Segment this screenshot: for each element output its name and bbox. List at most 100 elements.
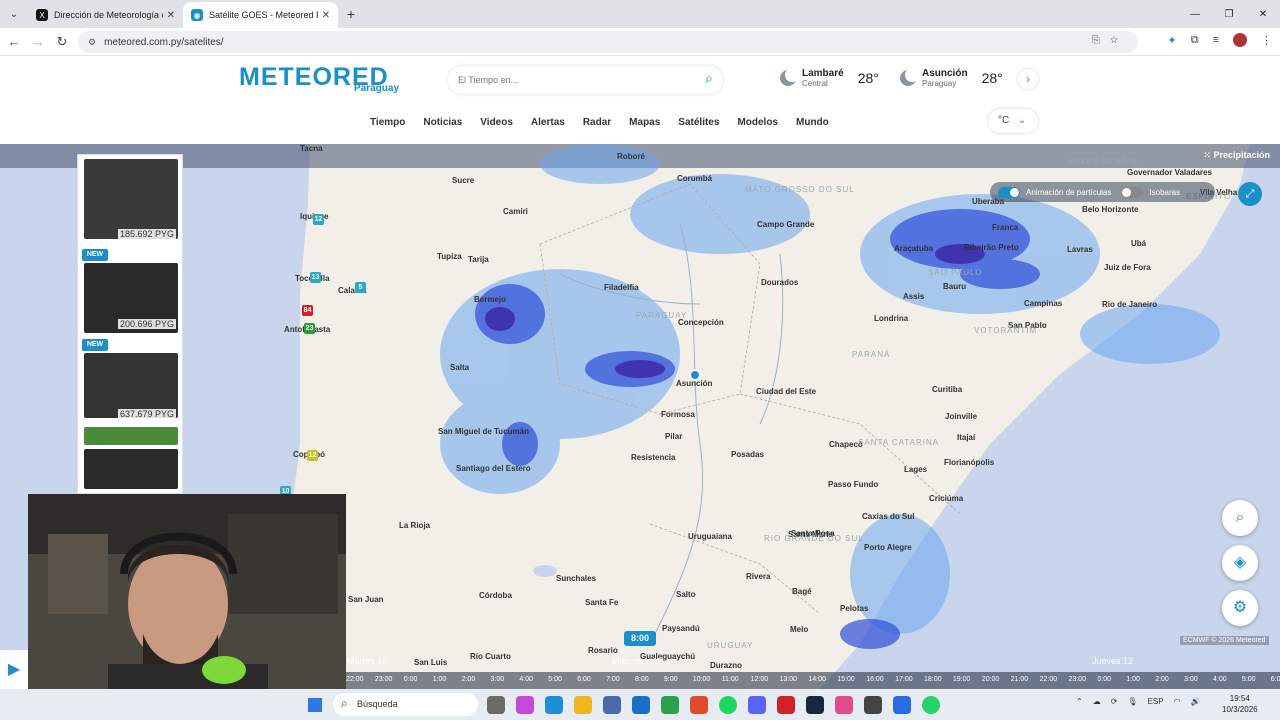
forward-icon[interactable]: → (26, 34, 50, 49)
nav-item-noticias[interactable]: Noticias (423, 117, 470, 128)
nav-item-mundo[interactable]: Mundo (796, 117, 837, 128)
timeline-hour[interactable]: 14:00 (808, 676, 826, 683)
station-badge[interactable]: 12 (307, 450, 318, 461)
whatsapp-icon[interactable] (922, 696, 940, 714)
particles-toggle[interactable] (998, 186, 1020, 198)
nav-item-radar[interactable]: Radar (583, 117, 619, 128)
avatar[interactable] (1233, 33, 1247, 47)
layers-button[interactable]: ◈ (1222, 545, 1258, 581)
app-icon[interactable] (835, 696, 853, 714)
timeline-hour[interactable]: 3:00 (1184, 676, 1198, 683)
github-icon[interactable] (864, 696, 882, 714)
browser-tab-active[interactable]: ◉ Satélite GOES - Meteored Parag ✕ (183, 2, 338, 28)
station-badge[interactable]: 13 (310, 272, 321, 283)
app-icon[interactable] (777, 696, 795, 714)
timeline-hour[interactable]: 5:00 (548, 676, 562, 683)
play-button[interactable]: ▶ (0, 650, 28, 689)
timeline-hour[interactable]: 17:00 (895, 676, 913, 683)
timeline-hour[interactable]: 22:00 (1040, 676, 1058, 683)
copilot-icon[interactable] (516, 696, 534, 714)
chrome-icon[interactable] (661, 696, 679, 714)
back-icon[interactable]: ← (2, 34, 26, 49)
timeline-hour[interactable]: 9:00 (664, 676, 678, 683)
timeline-hour[interactable]: 12:00 (751, 676, 769, 683)
next-cities-button[interactable]: › (1018, 69, 1038, 89)
taskbar-search[interactable]: Búsqueda (333, 693, 478, 716)
close-tab-icon[interactable]: ✕ (322, 10, 330, 21)
timeline-hour[interactable]: 3:00 (491, 676, 505, 683)
timeline-hour[interactable]: 20:00 (982, 676, 1000, 683)
nav-item-mapas[interactable]: Mapas (629, 117, 668, 128)
url-field[interactable]: ⚙ meteored.com.py/satelites/ ⎘☆ (78, 31, 1138, 53)
close-tab-icon[interactable]: ✕ (167, 10, 175, 21)
unit-selector[interactable]: °C ⌄ (988, 109, 1038, 133)
timeline-hour[interactable]: 0:00 (1097, 676, 1111, 683)
timeline-hour[interactable]: 23:00 (1069, 676, 1087, 683)
settings-button[interactable]: ⚙ (1222, 590, 1258, 626)
station-badge[interactable]: 12 (313, 214, 324, 225)
network-icon[interactable]: ⟳ (1111, 697, 1118, 706)
station-badge[interactable]: 84 (302, 305, 313, 316)
timeline-hour[interactable]: 11:00 (722, 676, 739, 683)
station-badge[interactable]: 5 (355, 282, 366, 293)
zoom-button[interactable]: ⌕ (1222, 500, 1258, 536)
menu-icon[interactable]: ⋮ (1261, 34, 1272, 47)
edge-icon[interactable] (545, 696, 563, 714)
mic-icon[interactable]: 🎙 (1127, 697, 1137, 706)
nav-item-videos[interactable]: Videos (480, 117, 521, 128)
advertisement[interactable]: 185.692 PYG NEW 200.696 PYG NEW 637.679 … (77, 154, 183, 494)
puzzle-icon[interactable]: ⧉ (1191, 34, 1199, 47)
cloud-icon[interactable]: ☁ (1093, 697, 1101, 706)
app-icon[interactable] (893, 696, 911, 714)
mail-icon[interactable] (632, 696, 650, 714)
close-window-icon[interactable]: ✕ (1246, 0, 1280, 28)
tab-search-icon[interactable]: ⌄ (0, 0, 28, 28)
timeline-hour[interactable]: 4:00 (1213, 676, 1227, 683)
timeline-hour[interactable]: 0:00 (404, 676, 418, 683)
timeline-hour[interactable]: 1:00 (433, 676, 447, 683)
site-info-icon[interactable]: ⚙ (88, 37, 96, 48)
timeline-hour[interactable]: 8:00 (635, 676, 649, 683)
tray-chevron-icon[interactable]: ⌃ (1076, 697, 1083, 706)
city-weather[interactable]: Asunción Paraguay 28° (900, 68, 1003, 88)
timeline-hour[interactable]: 23:00 (375, 676, 393, 683)
browser-tab[interactable]: X Dirección de Meteorología e Hi ✕ (28, 2, 183, 28)
restore-icon[interactable]: ❐ (1212, 0, 1246, 28)
minimize-icon[interactable]: — (1178, 0, 1212, 28)
timeline-hour[interactable]: 6:00 (577, 676, 591, 683)
language-indicator[interactable]: ESP (1148, 697, 1164, 706)
isobars-toggle[interactable] (1121, 186, 1144, 198)
bookmark-icon[interactable]: ⎘☆ (1092, 35, 1128, 46)
timeline-hour[interactable]: 4:00 (519, 676, 533, 683)
taskbar-clock[interactable]: 19:54 10/3/2026 (1222, 693, 1258, 715)
new-tab-button[interactable]: + (338, 1, 364, 27)
city-weather[interactable]: Lambaré Central 28° (780, 68, 879, 88)
timeline-hour[interactable]: 6:00 (1271, 676, 1280, 683)
timeline-hours[interactable]: 22:00 23:00 0:00 1:00 2:00 3:00 4:00 5:00 6:00 7:… (340, 672, 1280, 689)
timeline-hour[interactable]: 1:00 (1126, 676, 1140, 683)
timeline-hour[interactable]: 10:00 (693, 676, 711, 683)
chrome-alt-icon[interactable] (690, 696, 708, 714)
discord-icon[interactable] (748, 696, 766, 714)
wifi-icon[interactable]: ◠ (1174, 697, 1181, 706)
timeline-hour[interactable]: 2:00 (1155, 676, 1169, 683)
search-input[interactable]: El Tiempo en... ⌕ (448, 66, 723, 94)
station-badge[interactable]: 23 (304, 323, 315, 334)
nav-item-alertas[interactable]: Alertas (531, 117, 573, 128)
reload-icon[interactable]: ↻ (50, 34, 74, 50)
fullscreen-button[interactable]: ⤢ (1238, 182, 1262, 206)
calculator-icon[interactable] (603, 696, 621, 714)
timeline-hour[interactable]: 22:00 (346, 676, 364, 683)
volume-icon[interactable]: 🔊 (1191, 697, 1201, 706)
timeline-hour[interactable]: 13:00 (780, 676, 798, 683)
timeline-hour[interactable]: 19:00 (953, 676, 971, 683)
current-time-marker[interactable]: 8:00 (624, 631, 656, 646)
timeline-hour[interactable]: 2:00 (462, 676, 476, 683)
location-pin-icon[interactable] (689, 369, 701, 381)
timeline-hour[interactable]: 15:00 (837, 676, 855, 683)
nav-item-tiempo[interactable]: Tiempo (370, 117, 413, 128)
timeline-hour[interactable]: 5:00 (1242, 676, 1256, 683)
media-icon[interactable]: ≡ (1213, 34, 1219, 46)
search-icon[interactable]: ⌕ (705, 70, 713, 87)
timeline-hour[interactable]: 7:00 (606, 676, 620, 683)
